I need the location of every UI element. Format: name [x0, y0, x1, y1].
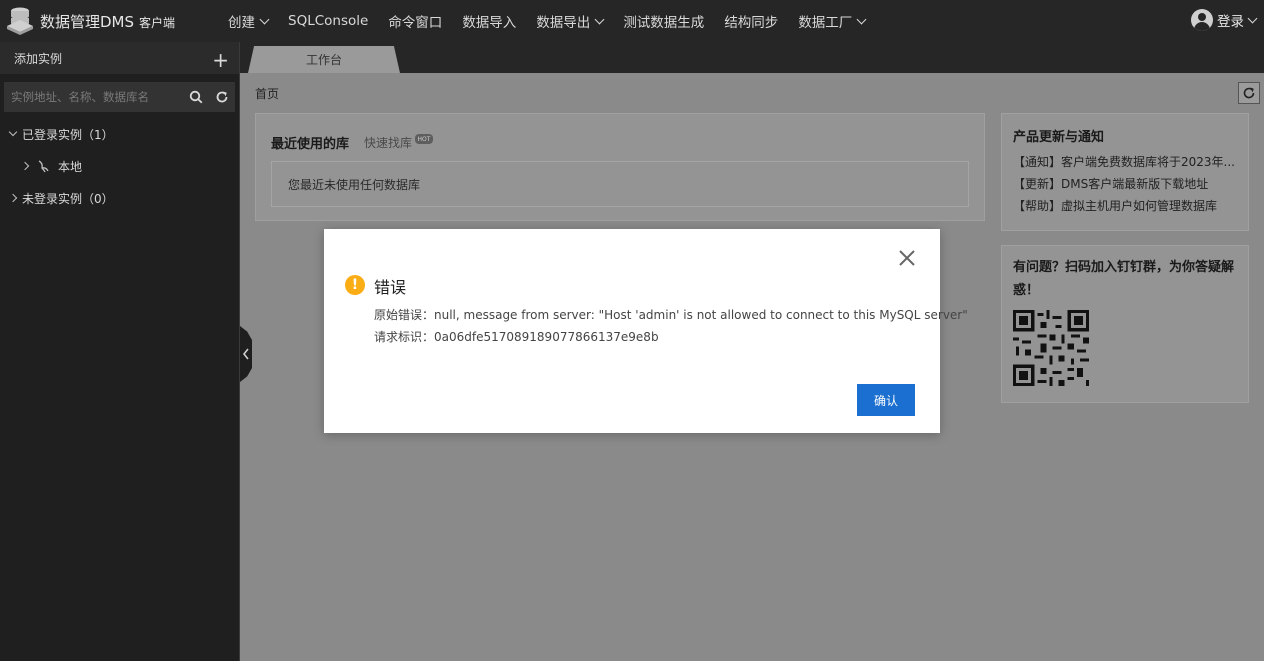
collapse-sidebar-handle[interactable]: [240, 326, 252, 382]
hot-badge: HOT: [415, 134, 433, 144]
menu-test-data[interactable]: 测试数据生成: [623, 11, 704, 31]
chevron-down-icon: [8, 127, 18, 137]
tab-workbench[interactable]: 工作台: [248, 46, 400, 73]
breadcrumb: 首页: [240, 73, 1264, 113]
request-id: 请求标识：0a06dfe517089189077866137e9e8b: [374, 330, 659, 344]
close-icon[interactable]: [898, 249, 916, 267]
instance-tree: 已登录实例（1） 本地 未登录实例（0）: [0, 118, 239, 214]
group-logged-in[interactable]: 已登录实例（1）: [0, 118, 239, 150]
login-button[interactable]: 登录: [1191, 9, 1258, 31]
dialog-title: 错误: [374, 278, 407, 297]
menu-data-export[interactable]: 数据导出: [536, 11, 605, 31]
menu-command-window[interactable]: 命令窗口: [388, 11, 442, 31]
login-label: 登录: [1217, 14, 1244, 30]
chevron-right-icon: [20, 161, 30, 171]
menu-label: 数据工厂: [798, 15, 853, 31]
app-logo[interactable]: 数据管理DMS 客户端: [6, 6, 228, 36]
chevron-down-icon: [259, 14, 270, 24]
main-menu: 创建 SQLConsole 命令窗口 数据导入 数据导出 测试数据生成 结构同步…: [228, 0, 885, 42]
app-title: 数据管理DMS: [40, 12, 135, 31]
news-title: 产品更新与通知: [1013, 130, 1105, 145]
menu-label: 测试数据生成: [623, 15, 705, 31]
recent-title: 最近使用的库: [271, 137, 350, 152]
add-instance-icon[interactable]: +: [212, 50, 229, 70]
news-card: 产品更新与通知 【通知】客户端免费数据库将于2023年... 【更新】DMS客户…: [1001, 113, 1249, 231]
news-item[interactable]: 【更新】DMS客户端最新版下载地址: [1013, 175, 1243, 197]
mysql-dolphin-icon: [36, 158, 52, 174]
instance-sidebar: 添加实例 + 已登录实例（1） 本地 未登录实例（0）: [0, 42, 240, 661]
menu-label: 结构同步: [724, 15, 779, 31]
menu-label: 数据导出: [536, 15, 591, 31]
database-stack-icon: [7, 7, 33, 35]
refresh-icon: [1243, 87, 1255, 99]
menu-label: 命令窗口: [388, 15, 443, 31]
menu-label: 数据导入: [462, 15, 517, 31]
menu-label: 创建: [228, 15, 255, 31]
menu-label: SQLConsole: [288, 13, 369, 29]
instance-item[interactable]: 本地: [0, 150, 239, 182]
search-button[interactable]: [183, 82, 209, 112]
breadcrumb-home[interactable]: 首页: [255, 85, 279, 102]
news-item[interactable]: 【帮助】虚拟主机用户如何管理数据库: [1013, 197, 1243, 219]
warning-icon: !: [345, 275, 365, 295]
menu-schema-sync[interactable]: 结构同步: [724, 11, 778, 31]
menu-create[interactable]: 创建: [228, 11, 270, 31]
search-icon: [189, 90, 203, 104]
refresh-page-button[interactable]: [1238, 82, 1260, 104]
group-label: 未登录实例（0）: [22, 191, 114, 206]
menu-data-import[interactable]: 数据导入: [462, 11, 516, 31]
chevron-down-icon: [856, 14, 867, 24]
group-label: 已登录实例（1）: [22, 127, 114, 142]
quick-find-link[interactable]: 快速找库: [364, 134, 412, 151]
sidebar-header: 添加实例 +: [0, 42, 239, 74]
confirm-button[interactable]: 确认: [857, 384, 915, 416]
instance-search-input[interactable]: [4, 82, 183, 112]
menu-sqlconsole[interactable]: SQLConsole: [288, 13, 368, 29]
sidebar-title: 添加实例: [14, 51, 63, 66]
qr-card: 有问题？扫码加入钉钉群，为你答疑解惑！: [1001, 245, 1249, 403]
news-item[interactable]: 【通知】客户端免费数据库将于2023年...: [1013, 153, 1243, 175]
chevron-right-icon: [8, 193, 18, 203]
chevron-down-icon: [594, 14, 605, 24]
app-subtitle: 客户端: [139, 16, 176, 30]
error-dialog: ! 错误 原始错误：null, message from server: "Ho…: [324, 229, 968, 433]
instance-search: [4, 82, 235, 112]
qr-code-icon: [1013, 310, 1089, 386]
refresh-icon: [216, 91, 228, 103]
chevron-down-icon: [1247, 13, 1258, 23]
recent-databases-card: 最近使用的库 快速找库 HOT 您最近未使用任何数据库: [255, 113, 985, 221]
chevron-left-icon: [242, 348, 249, 360]
user-avatar-icon: [1191, 9, 1213, 31]
instance-label: 本地: [58, 159, 83, 174]
error-message: 原始错误：null, message from server: "Host 'a…: [374, 308, 968, 322]
group-logged-out[interactable]: 未登录实例（0）: [0, 182, 239, 214]
top-nav-bar: 数据管理DMS 客户端 创建 SQLConsole 命令窗口 数据导入 数据导出…: [0, 0, 1264, 42]
recent-empty-state: 您最近未使用任何数据库: [271, 161, 969, 207]
qr-prompt: 有问题？扫码加入钉钉群，为你答疑解惑！: [1013, 260, 1235, 298]
menu-data-factory[interactable]: 数据工厂: [798, 11, 867, 31]
tab-bar: 工作台: [240, 42, 1264, 73]
refresh-instances-button[interactable]: [209, 82, 235, 112]
